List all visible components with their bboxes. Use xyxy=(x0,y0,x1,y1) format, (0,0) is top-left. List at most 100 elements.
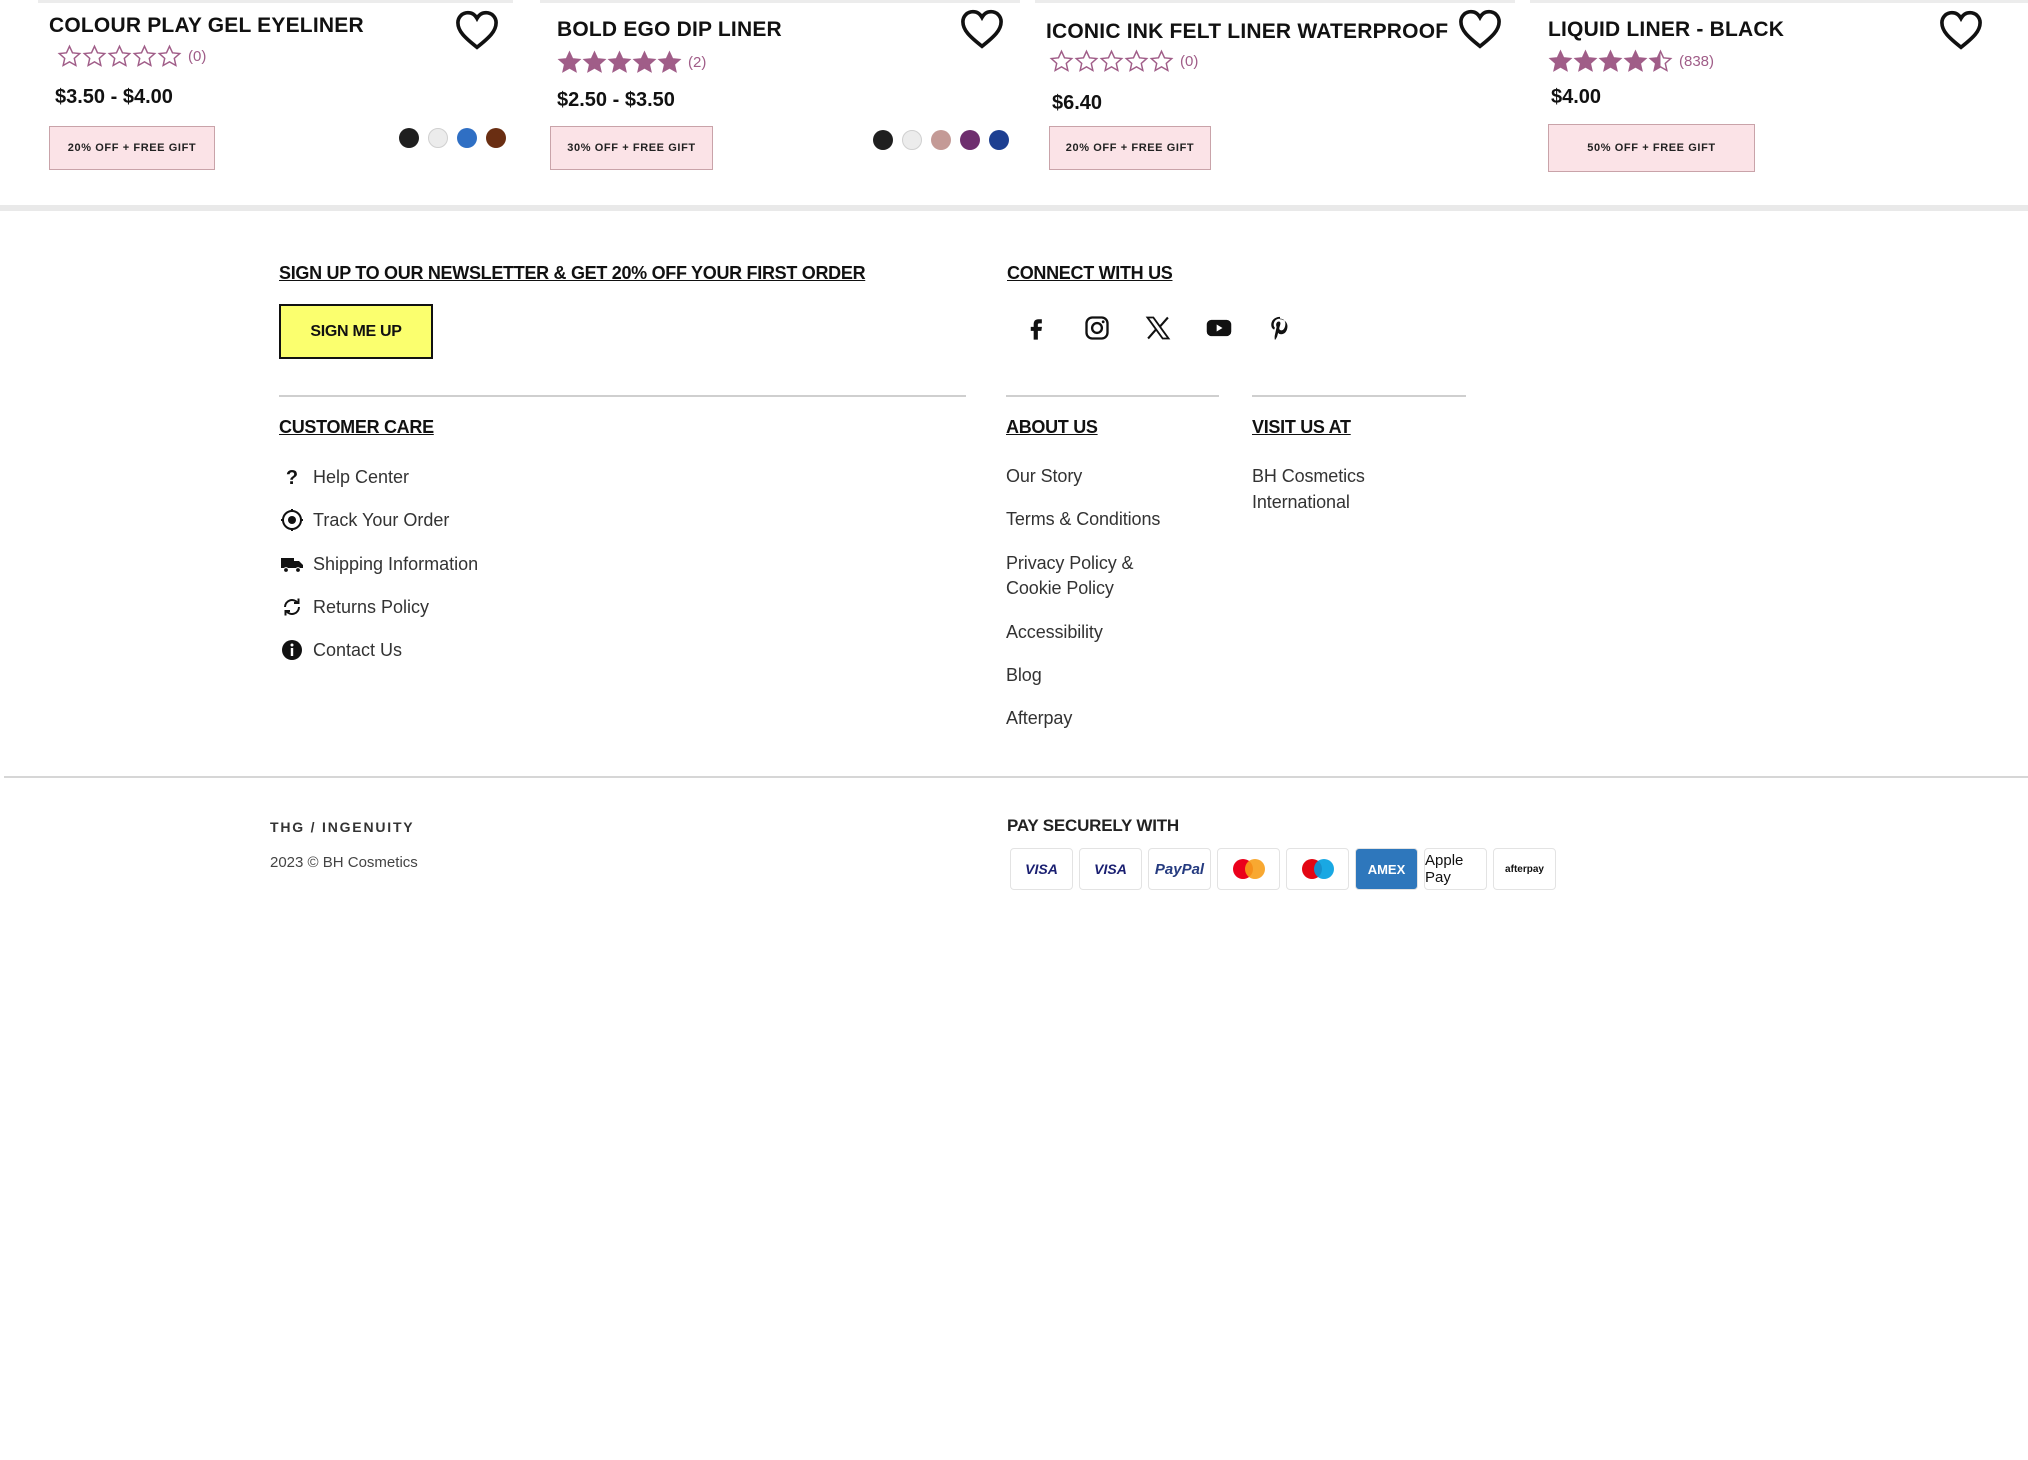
promo-badge[interactable]: 50% OFF + FREE GIFT xyxy=(1548,124,1755,172)
product-name[interactable]: BOLD EGO DIP LINER xyxy=(557,18,782,42)
visa-icon: VISA xyxy=(1079,848,1142,890)
color-swatch[interactable] xyxy=(960,130,980,150)
star-icon xyxy=(1573,49,1598,72)
color-swatch[interactable] xyxy=(989,130,1009,150)
cookie-policy-link[interactable]: Cookie Policy xyxy=(1006,578,1114,599)
product-name[interactable]: COLOUR PLAY GEL EYELINER xyxy=(49,14,364,38)
promo-badge[interactable]: 20% OFF + FREE GIFT xyxy=(49,126,215,170)
customer-care-heading: CUSTOMER CARE xyxy=(279,417,434,437)
product-card[interactable]: COLOUR PLAY GEL EYELINER (0) $3.50 - $4.… xyxy=(49,0,519,190)
star-icon xyxy=(57,44,82,67)
maestro-icon xyxy=(1286,848,1349,890)
svg-text:?: ? xyxy=(286,467,298,489)
facebook-icon[interactable] xyxy=(1016,308,1056,348)
color-swatch[interactable] xyxy=(486,128,506,148)
info-icon xyxy=(279,637,305,663)
star-icon xyxy=(607,50,632,73)
terms-conditions-link[interactable]: Terms & Conditions xyxy=(1006,509,1160,530)
track-order-label: Track Your Order xyxy=(313,509,450,530)
star-rating xyxy=(1049,49,1174,74)
youtube-icon[interactable] xyxy=(1199,308,1239,348)
help-center-link[interactable]: ? Help Center xyxy=(279,464,409,490)
product-card[interactable]: ICONIC INK FELT LINER WATERPROOF (0) $6.… xyxy=(1046,0,1516,190)
footer-divider xyxy=(4,776,2028,778)
afterpay-link[interactable]: Afterpay xyxy=(1006,708,1072,729)
star-icon xyxy=(632,50,657,73)
star-icon xyxy=(1124,49,1149,72)
question-icon: ? xyxy=(279,464,305,490)
target-icon xyxy=(279,507,305,533)
star-icon xyxy=(1099,49,1124,72)
shipping-information-link[interactable]: Shipping Information xyxy=(279,551,478,577)
pinterest-icon[interactable] xyxy=(1260,308,1300,348)
star-icon xyxy=(82,44,107,67)
color-swatch[interactable] xyxy=(428,128,448,148)
product-price: $4.00 xyxy=(1551,86,1602,108)
color-swatches xyxy=(390,128,506,148)
star-icon xyxy=(1648,49,1673,72)
review-count: (838) xyxy=(1679,53,1715,70)
rating: (0) xyxy=(57,44,206,69)
star-icon xyxy=(1074,49,1099,72)
star-rating xyxy=(557,50,682,75)
star-icon xyxy=(657,50,682,73)
product-name[interactable]: LIQUID LINER - BLACK xyxy=(1548,18,1784,42)
color-swatch[interactable] xyxy=(873,130,893,150)
star-icon xyxy=(107,44,132,67)
our-story-link[interactable]: Our Story xyxy=(1006,466,1082,487)
track-order-link[interactable]: Track Your Order xyxy=(279,507,449,533)
product-card[interactable]: BOLD EGO DIP LINER (2) $2.50 - $3.50 30%… xyxy=(550,0,1017,190)
contact-us-link[interactable]: Contact Us xyxy=(279,637,402,663)
wishlist-heart-icon[interactable] xyxy=(1939,10,1983,50)
social-links xyxy=(1016,308,1321,348)
paypal-icon: PayPal xyxy=(1148,848,1211,890)
color-swatch[interactable] xyxy=(457,128,477,148)
color-swatch[interactable] xyxy=(931,130,951,150)
product-card[interactable]: LIQUID LINER - BLACK (838) $4.00 50% OFF… xyxy=(1548,0,2018,190)
review-count: (0) xyxy=(188,48,207,65)
rating: (2) xyxy=(557,50,706,75)
pay-securely-heading: PAY SECURELY WITH xyxy=(1007,816,1180,835)
star-icon xyxy=(157,44,182,67)
help-center-label: Help Center xyxy=(313,466,410,487)
section-divider xyxy=(0,205,2028,211)
star-icon xyxy=(1623,49,1648,72)
truck-icon xyxy=(279,551,305,577)
wishlist-heart-icon[interactable] xyxy=(455,10,499,50)
amex-icon: AMEX xyxy=(1355,848,1418,890)
about-us-heading: ABOUT US xyxy=(1006,417,1098,437)
instagram-icon[interactable] xyxy=(1077,308,1117,348)
connect-heading: CONNECT WITH US xyxy=(1007,263,1173,283)
star-icon xyxy=(557,50,582,73)
x-icon[interactable] xyxy=(1138,308,1178,348)
color-swatch[interactable] xyxy=(399,128,419,148)
product-name[interactable]: ICONIC INK FELT LINER WATERPROOF xyxy=(1046,20,1448,44)
returns-policy-link[interactable]: Returns Policy xyxy=(279,594,429,620)
rating: (838) xyxy=(1548,49,1714,74)
divider xyxy=(1006,395,1219,397)
promo-badge[interactable]: 20% OFF + FREE GIFT xyxy=(1049,126,1211,170)
star-icon xyxy=(1149,49,1174,72)
apple-pay-icon: Apple Pay xyxy=(1424,848,1487,890)
divider xyxy=(279,395,966,397)
privacy-policy-link[interactable]: Privacy Policy & xyxy=(1006,553,1134,574)
color-swatches xyxy=(864,130,1009,150)
star-rating xyxy=(57,44,182,69)
international-link[interactable]: International xyxy=(1252,492,1350,513)
newsletter-heading[interactable]: SIGN UP TO OUR NEWSLETTER & GET 20% OFF … xyxy=(279,263,866,284)
rating: (0) xyxy=(1049,49,1198,74)
star-icon xyxy=(132,44,157,67)
accessibility-link[interactable]: Accessibility xyxy=(1006,622,1103,643)
star-icon xyxy=(1598,49,1623,72)
review-count: (2) xyxy=(688,54,707,71)
blog-link[interactable]: Blog xyxy=(1006,665,1042,686)
bh-cosmetics-link[interactable]: BH Cosmetics xyxy=(1252,466,1365,487)
sign-me-up-button[interactable]: SIGN ME UP xyxy=(279,304,433,359)
color-swatch[interactable] xyxy=(902,130,922,150)
star-icon xyxy=(1049,49,1074,72)
wishlist-heart-icon[interactable] xyxy=(960,9,1004,49)
promo-badge[interactable]: 30% OFF + FREE GIFT xyxy=(550,126,713,170)
star-icon xyxy=(1548,49,1573,72)
wishlist-heart-icon[interactable] xyxy=(1458,9,1502,49)
divider xyxy=(1252,395,1466,397)
